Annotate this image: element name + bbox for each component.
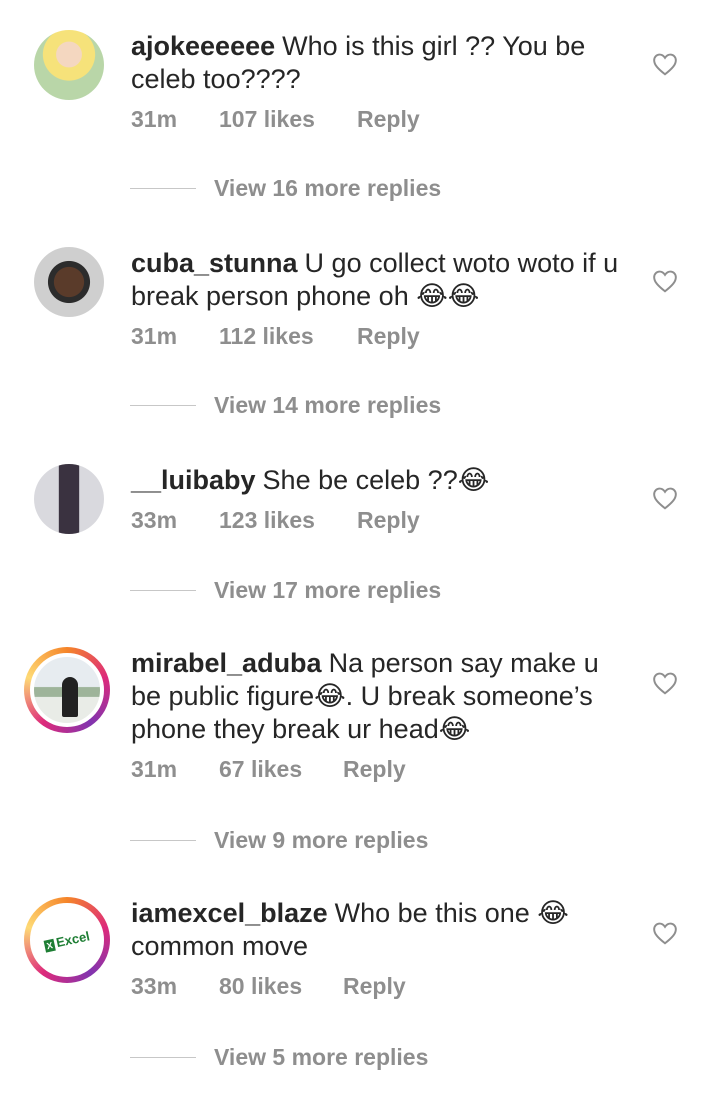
heart-outline-icon[interactable] — [652, 671, 678, 695]
comment-time: 31m — [131, 756, 178, 782]
comment-username[interactable]: ajokeeeeee — [131, 31, 275, 61]
reply-button[interactable]: Reply — [357, 323, 420, 350]
comment-username[interactable]: iamexcel_blaze — [131, 898, 328, 928]
comment-time: 31m — [131, 106, 178, 132]
comment-text: She be celeb ??😂 — [262, 465, 490, 495]
avatar-image — [30, 653, 104, 727]
replies-divider — [130, 405, 196, 406]
reply-button[interactable]: Reply — [357, 106, 420, 133]
comment-text-block: mirabel_aduba Na person say make u be pub… — [131, 647, 626, 746]
comment-likes[interactable]: 80 likes — [219, 973, 343, 1000]
comment-text-block: ajokeeeeee Who is this girl ?? You be cel… — [131, 30, 626, 96]
heart-outline-icon[interactable] — [652, 52, 678, 76]
replies-divider — [130, 188, 196, 189]
comment-likes[interactable]: 67 likes — [219, 756, 343, 783]
avatar-story-ring[interactable] — [24, 647, 110, 733]
view-replies-label: View 14 more replies — [214, 392, 442, 418]
comment-meta: 31m 112 likes Reply — [131, 323, 626, 350]
view-more-replies[interactable]: View 16 more replies — [130, 175, 441, 202]
comment-likes[interactable]: 123 likes — [219, 507, 357, 534]
comment-username[interactable]: __luibaby — [131, 465, 256, 495]
comment-likes[interactable]: 107 likes — [219, 106, 357, 133]
reply-button[interactable]: Reply — [343, 973, 406, 1000]
comment-body: cuba_stunna U go collect woto woto if u b… — [131, 247, 626, 350]
heart-outline-icon[interactable] — [652, 269, 678, 293]
view-replies-label: View 5 more replies — [214, 1044, 429, 1070]
replies-divider — [130, 590, 196, 591]
comment-meta: 33m 123 likes Reply — [131, 507, 626, 534]
comment-meta: 33m 80 likes Reply — [131, 973, 626, 1000]
view-replies-label: View 9 more replies — [214, 827, 429, 853]
comment-likes[interactable]: 112 likes — [219, 323, 357, 350]
comment-text-block: cuba_stunna U go collect woto woto if u b… — [131, 247, 626, 313]
comment-body: __luibaby She be celeb ??😂 33m 123 likes … — [131, 464, 626, 534]
view-more-replies[interactable]: View 17 more replies — [130, 577, 441, 604]
heart-outline-icon[interactable] — [652, 486, 678, 510]
view-replies-label: View 16 more replies — [214, 175, 442, 201]
avatar-image — [34, 247, 104, 317]
avatar-story-ring[interactable]: XExcel — [24, 897, 110, 983]
view-more-replies[interactable]: View 9 more replies — [130, 827, 428, 854]
excel-logo-icon: XExcel — [43, 928, 91, 952]
avatar[interactable] — [34, 464, 104, 534]
comment-username[interactable]: mirabel_aduba — [131, 648, 322, 678]
comment-text-block: iamexcel_blaze Who be this one 😂 common m… — [131, 897, 626, 963]
comment-time: 33m — [131, 507, 178, 533]
comment-body: mirabel_aduba Na person say make u be pub… — [131, 647, 626, 783]
replies-divider — [130, 1057, 196, 1058]
comment-text-block: __luibaby She be celeb ??😂 — [131, 464, 626, 497]
reply-button[interactable]: Reply — [357, 507, 420, 534]
avatar-image — [34, 464, 104, 534]
comment-meta: 31m 67 likes Reply — [131, 756, 626, 783]
view-more-replies[interactable]: View 5 more replies — [130, 1044, 428, 1071]
avatar-image: XExcel — [30, 903, 104, 977]
avatar[interactable] — [34, 30, 104, 100]
heart-outline-icon[interactable] — [652, 921, 678, 945]
view-more-replies[interactable]: View 14 more replies — [130, 392, 441, 419]
replies-divider — [130, 840, 196, 841]
comment-time: 33m — [131, 973, 178, 999]
reply-button[interactable]: Reply — [343, 756, 406, 783]
avatar-image — [34, 30, 104, 100]
avatar[interactable] — [34, 247, 104, 317]
comment-username[interactable]: cuba_stunna — [131, 248, 298, 278]
view-replies-label: View 17 more replies — [214, 577, 442, 603]
comment-body: iamexcel_blaze Who be this one 😂 common m… — [131, 897, 626, 1000]
comment-meta: 31m 107 likes Reply — [131, 106, 626, 133]
comment-body: ajokeeeeee Who is this girl ?? You be cel… — [131, 30, 626, 133]
comment-time: 31m — [131, 323, 178, 349]
comments-list: ajokeeeeee Who is this girl ?? You be cel… — [0, 0, 720, 1098]
